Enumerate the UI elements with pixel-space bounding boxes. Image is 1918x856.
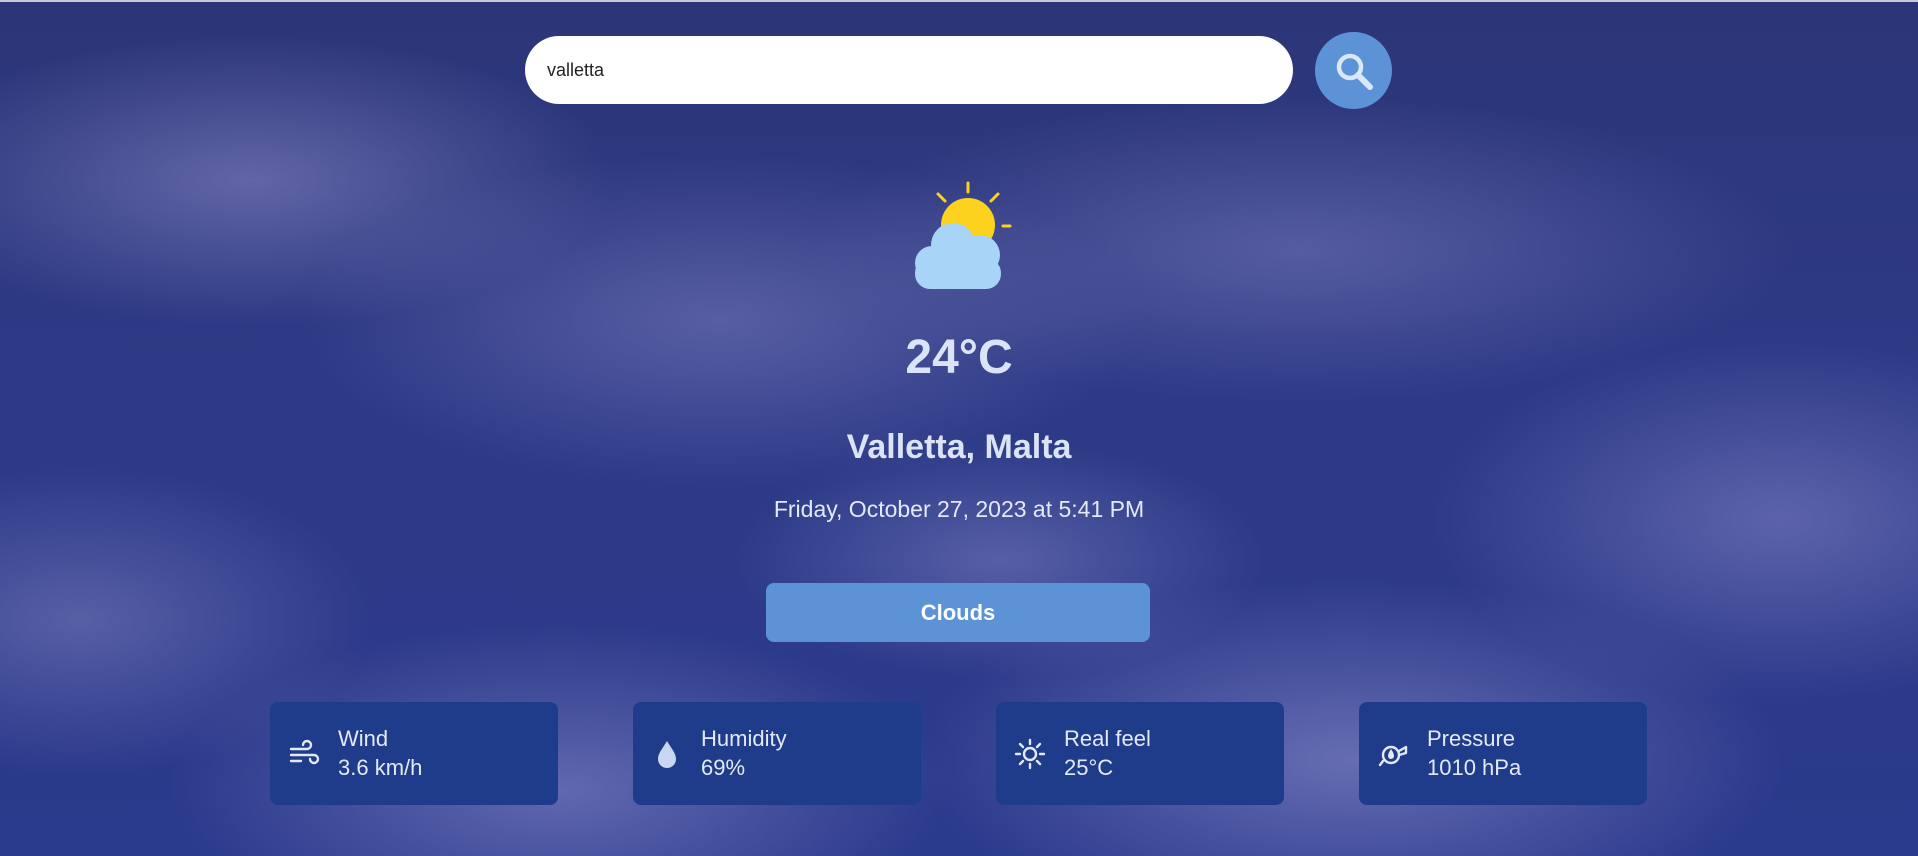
stat-value: 3.6 km/h (338, 755, 423, 780)
window-top-border (0, 0, 1918, 2)
search-icon (1336, 53, 1373, 90)
droplet-icon (658, 741, 676, 768)
stat-value: 69% (701, 755, 746, 780)
stat-label: Pressure (1427, 726, 1516, 751)
condition-badge: Clouds (766, 583, 1150, 642)
stat-value: 1010 hPa (1427, 755, 1522, 780)
stat-label: Wind (338, 726, 389, 751)
search-button[interactable] (1315, 32, 1392, 109)
stat-card-humidity: Humidity 69% (633, 702, 921, 805)
stat-label: Humidity (701, 726, 787, 751)
stat-card-pressure: Pressure 1010 hPa (1359, 702, 1647, 805)
date-time: Friday, October 27, 2023 at 5:41 PM (773, 496, 1145, 522)
stat-card-wind: Wind 3.6 km/h (270, 702, 558, 805)
location-name: Valletta, Malta (846, 428, 1072, 466)
stat-label: Real feel (1064, 726, 1151, 751)
search-input[interactable] (525, 36, 1293, 104)
wind-icon (289, 739, 320, 765)
partly-cloudy-icon (915, 181, 1012, 289)
weather-app: 24°C Valletta, Malta Friday, October 27,… (0, 0, 1918, 856)
stat-card-real-feel: Real feel 25°C (996, 702, 1284, 805)
sun-icon (1014, 738, 1046, 770)
temperature: 24°C (905, 331, 1013, 384)
stat-value: 25°C (1064, 755, 1114, 780)
pressure-gauge-icon (1378, 745, 1408, 767)
